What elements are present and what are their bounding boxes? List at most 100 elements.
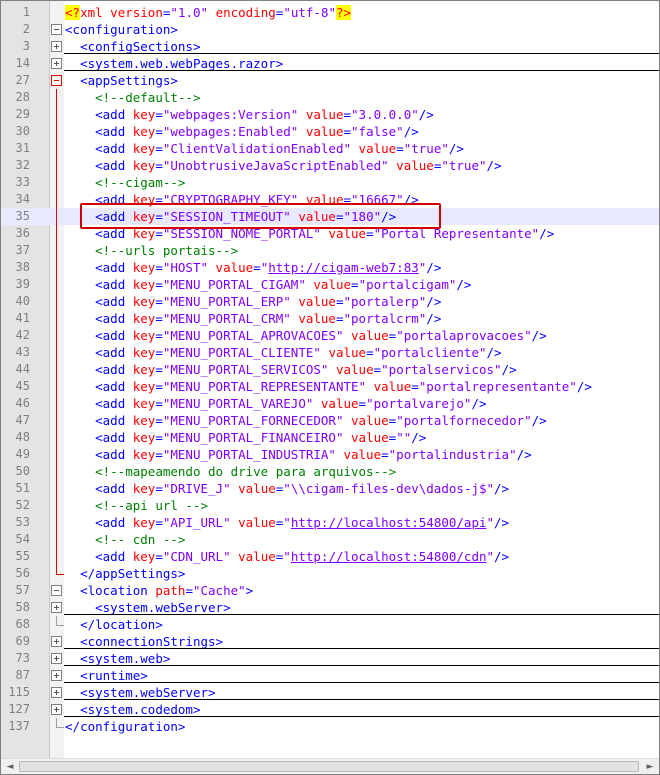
horizontal-scrollbar[interactable]: ◄ ► [1,758,659,774]
code-text[interactable]: <add key="CRYPTOGRAPHY_KEY" value="16667… [65,191,419,208]
code-line[interactable]: 54 <!-- cdn --> [1,531,659,548]
code-text[interactable]: <system.webServer> [65,684,215,701]
fold-expand-icon[interactable] [51,58,62,69]
code-area[interactable]: 1 <?xml version="1.0" encoding="utf-8"?> 2… [1,4,659,735]
code-line[interactable]: 68 </location> [1,616,659,633]
code-text[interactable]: <configSections> [65,38,200,55]
code-text[interactable]: <!--api url --> [65,497,208,514]
scroll-left-arrow-icon[interactable]: ◄ [2,760,18,774]
code-text[interactable]: <add key="MENU_PORTAL_CIGAM" value="port… [65,276,471,293]
code-line[interactable]: 36 <add key="SESSION_NOME_PORTAL" value=… [1,225,659,242]
code-line[interactable]: 40 <add key="MENU_PORTAL_ERP" value="por… [1,293,659,310]
code-text[interactable]: </appSettings> [65,565,185,582]
code-line[interactable]: 28 <!--default--> [1,89,659,106]
code-line[interactable]: 50 <!--mapeamendo do drive para arquivos… [1,463,659,480]
fold-expand-icon[interactable] [51,602,62,613]
code-text[interactable]: <!--cigam--> [65,174,185,191]
code-line[interactable]: 34 <add key="CRYPTOGRAPHY_KEY" value="16… [1,191,659,208]
code-line[interactable]: 35 <add key="SESSION_TIMEOUT" value="180… [1,208,659,225]
code-line[interactable]: 38 <add key="HOST" value="http://cigam-w… [1,259,659,276]
code-line[interactable]: 37 <!--urls portais--> [1,242,659,259]
code-editor[interactable]: 1 <?xml version="1.0" encoding="utf-8"?> 2… [0,0,660,775]
code-line[interactable]: 57 <location path="Cache"> [1,582,659,599]
code-text[interactable]: <!--urls portais--> [65,242,238,259]
scroll-thumb[interactable] [19,761,639,772]
fold-expand-icon[interactable] [51,670,62,681]
code-text[interactable]: <add key="API_URL" value="http://localho… [65,514,509,531]
code-text[interactable]: <runtime> [65,667,148,684]
code-line[interactable]: 1 <?xml version="1.0" encoding="utf-8"?> [1,4,659,21]
code-text[interactable]: </configuration> [65,718,185,735]
fold-collapse-icon[interactable] [51,24,62,35]
code-line[interactable]: 127 <system.codedom> [1,701,659,718]
code-line[interactable]: 31 <add key="ClientValidationEnabled" va… [1,140,659,157]
code-text[interactable]: <!-- cdn --> [65,531,185,548]
code-text[interactable]: <add key="CDN_URL" value="http://localho… [65,548,509,565]
fold-expand-icon[interactable] [51,41,62,52]
code-text[interactable]: <add key="MENU_PORTAL_INDUSTRIA" value="… [65,446,532,463]
code-line[interactable]: 48 <add key="MENU_PORTAL_FINANCEIRO" val… [1,429,659,446]
code-line[interactable]: 115 <system.webServer> [1,684,659,701]
code-text[interactable]: <system.web.webPages.razor> [65,55,283,72]
code-text[interactable]: <add key="ClientValidationEnabled" value… [65,140,464,157]
code-line[interactable]: 3 <configSections> [1,38,659,55]
code-line[interactable]: 45 <add key="MENU_PORTAL_REPRESENTANTE" … [1,378,659,395]
fold-expand-icon[interactable] [51,704,62,715]
code-text[interactable]: <system.codedom> [65,701,200,718]
code-text[interactable]: <add key="DRIVE_J" value="\\cigam-files-… [65,480,509,497]
code-text[interactable]: <appSettings> [65,72,178,89]
code-line[interactable]: 56 </appSettings> [1,565,659,582]
code-text[interactable]: <add key="webpages:Version" value="3.0.0… [65,106,434,123]
code-line[interactable]: 52 <!--api url --> [1,497,659,514]
code-text[interactable]: <!--mapeamendo do drive para arquivos--> [65,463,396,480]
code-line[interactable]: 87 <runtime> [1,667,659,684]
code-text[interactable]: <add key="MENU_PORTAL_FORNECEDOR" value=… [65,412,547,429]
code-text[interactable]: <add key="MENU_PORTAL_FINANCEIRO" value=… [65,429,426,446]
code-line[interactable]: 43 <add key="MENU_PORTAL_CLIENTE" value=… [1,344,659,361]
code-text[interactable]: <add key="MENU_PORTAL_CLIENTE" value="po… [65,344,501,361]
code-line[interactable]: 47 <add key="MENU_PORTAL_FORNECEDOR" val… [1,412,659,429]
code-line[interactable]: 39 <add key="MENU_PORTAL_CIGAM" value="p… [1,276,659,293]
code-text[interactable]: <connectionStrings> [65,633,223,650]
code-line[interactable]: 42 <add key="MENU_PORTAL_APROVACOES" val… [1,327,659,344]
code-line[interactable]: 27 <appSettings> [1,72,659,89]
code-text[interactable]: <add key="webpages:Enabled" value="false… [65,123,419,140]
code-line[interactable]: 58 <system.webServer> [1,599,659,616]
code-line[interactable]: 32 <add key="UnobtrusiveJavaScriptEnable… [1,157,659,174]
code-line[interactable]: 44 <add key="MENU_PORTAL_SERVICOS" value… [1,361,659,378]
code-line[interactable]: 69 <connectionStrings> [1,633,659,650]
code-line[interactable]: 137 </configuration> [1,718,659,735]
fold-collapse-icon[interactable] [51,75,62,86]
code-text[interactable]: <add key="MENU_PORTAL_SERVICOS" value="p… [65,361,517,378]
code-line[interactable]: 41 <add key="MENU_PORTAL_CRM" value="por… [1,310,659,327]
code-line[interactable]: 55 <add key="CDN_URL" value="http://loca… [1,548,659,565]
code-text[interactable]: <location path="Cache"> [65,582,253,599]
fold-expand-icon[interactable] [51,636,62,647]
code-text[interactable]: <add key="SESSION_NOME_PORTAL" value="Po… [65,225,554,242]
code-text[interactable]: <add key="SESSION_TIMEOUT" value="180"/> [65,208,396,225]
code-text[interactable]: <add key="MENU_PORTAL_CRM" value="portal… [65,310,441,327]
code-text[interactable]: <add key="MENU_PORTAL_ERP" value="portal… [65,293,441,310]
code-text[interactable]: <!--default--> [65,89,200,106]
scroll-right-arrow-icon[interactable]: ► [642,760,658,774]
code-text[interactable]: <system.web> [65,650,170,667]
code-line[interactable]: 46 <add key="MENU_PORTAL_VAREJO" value="… [1,395,659,412]
fold-collapse-icon[interactable] [51,585,62,596]
code-line[interactable]: 14 <system.web.webPages.razor> [1,55,659,72]
code-text[interactable]: <add key="MENU_PORTAL_REPRESENTANTE" val… [65,378,592,395]
code-text[interactable]: <add key="MENU_PORTAL_APROVACOES" value=… [65,327,547,344]
code-text[interactable]: <?xml version="1.0" encoding="utf-8"?> [65,4,352,21]
code-line[interactable]: 29 <add key="webpages:Version" value="3.… [1,106,659,123]
code-text[interactable]: </location> [65,616,163,633]
code-line[interactable]: 30 <add key="webpages:Enabled" value="fa… [1,123,659,140]
code-line[interactable]: 51 <add key="DRIVE_J" value="\\cigam-fil… [1,480,659,497]
code-text[interactable]: <add key="UnobtrusiveJavaScriptEnabled" … [65,157,501,174]
code-line[interactable]: 73 <system.web> [1,650,659,667]
code-line[interactable]: 49 <add key="MENU_PORTAL_INDUSTRIA" valu… [1,446,659,463]
code-line[interactable]: 53 <add key="API_URL" value="http://loca… [1,514,659,531]
fold-expand-icon[interactable] [51,687,62,698]
code-line[interactable]: 33 <!--cigam--> [1,174,659,191]
code-text[interactable]: <add key="HOST" value="http://cigam-web7… [65,259,441,276]
code-text[interactable]: <system.webServer> [65,599,230,616]
code-text[interactable]: <configuration> [65,21,178,38]
